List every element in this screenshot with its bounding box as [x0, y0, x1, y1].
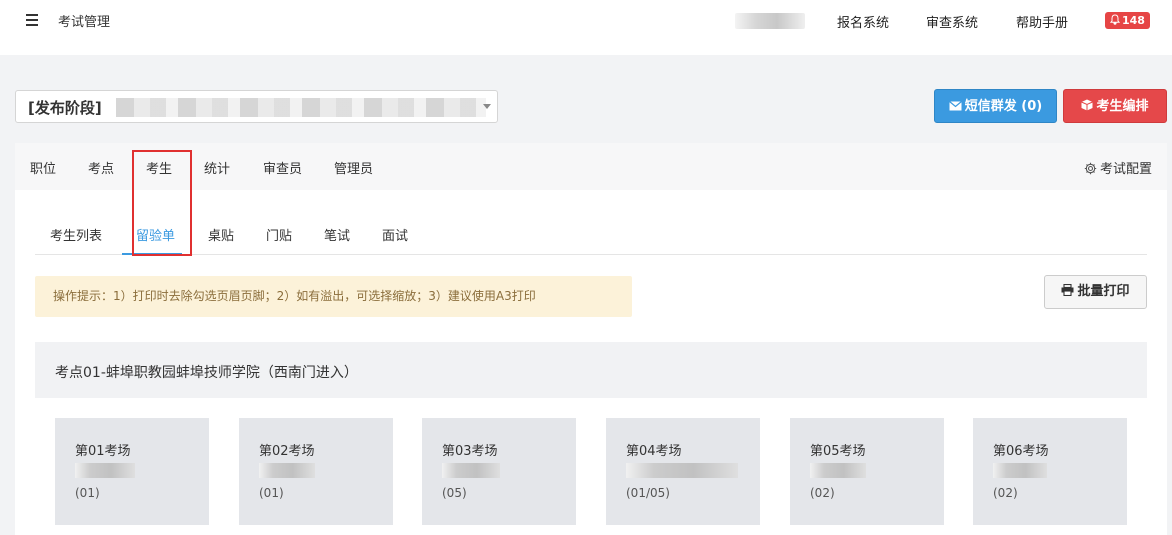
subtab-door-labels[interactable]: 门贴 — [266, 225, 292, 244]
top-bar: 考试管理 报名系统 审查系统 帮助手册 148 — [0, 0, 1172, 55]
nav-help-manual[interactable]: 帮助手册 — [1016, 12, 1068, 31]
subtab-written-exam[interactable]: 笔试 — [324, 225, 350, 244]
exam-room-name: 第05考场 — [810, 444, 866, 459]
exam-config-label: 考试配置 — [1099, 162, 1152, 177]
user-name-redacted[interactable] — [735, 13, 805, 29]
exam-select[interactable]: [发布阶段] — [15, 90, 498, 123]
arrange-candidates-label: 考生编排 — [1096, 99, 1149, 114]
subtab-desk-labels[interactable]: 桌贴 — [208, 225, 234, 244]
gear-icon — [1084, 162, 1097, 175]
sms-broadcast-label: 短信群发 (0) — [964, 99, 1043, 114]
room-detail-redacted — [442, 463, 500, 478]
printer-icon — [1061, 283, 1074, 297]
exam-site-title: 考点01-蚌埠职教园蚌埠技师学院（西南门进入） — [55, 365, 358, 381]
exam-room-name: 第02考场 — [259, 444, 315, 459]
exam-room-code: (02) — [810, 486, 835, 500]
notifications-badge[interactable]: 148 — [1105, 12, 1150, 29]
arrange-candidates-button[interactable]: 考生编排 — [1063, 89, 1167, 123]
notification-count: 148 — [1122, 14, 1145, 27]
batch-print-label: 批量打印 — [1077, 284, 1130, 299]
hamburger-menu-icon[interactable] — [26, 14, 38, 26]
exam-room-name: 第03考场 — [442, 444, 498, 459]
tab-reviewers[interactable]: 审查员 — [263, 158, 302, 177]
nav-review-system[interactable]: 审查系统 — [926, 12, 978, 31]
exam-room-card[interactable]: 第06考场 (02) — [973, 418, 1127, 525]
tab-positions[interactable]: 职位 — [30, 158, 56, 177]
bell-icon — [1109, 14, 1121, 25]
highlight-annotation-box — [132, 150, 192, 256]
exam-room-card[interactable]: 第04考场 (01/05) — [606, 418, 760, 525]
subtabs-divider — [35, 254, 1147, 255]
chevron-down-icon — [483, 104, 491, 109]
exam-config-link[interactable]: 考试配置 — [1084, 158, 1152, 177]
exam-room-name: 第01考场 — [75, 444, 131, 459]
exam-room-code: (01) — [259, 486, 284, 500]
exam-room-card[interactable]: 第01考场 (01) — [55, 418, 209, 525]
exam-room-code: (05) — [442, 486, 467, 500]
nav-registration-system[interactable]: 报名系统 — [837, 12, 889, 31]
exam-room-code: (01) — [75, 486, 100, 500]
batch-print-button[interactable]: 批量打印 — [1044, 275, 1147, 309]
envelope-icon — [948, 101, 962, 111]
sms-broadcast-button[interactable]: 短信群发 (0) — [934, 89, 1057, 123]
room-detail-redacted — [259, 463, 315, 478]
cube-icon — [1081, 99, 1094, 111]
exam-room-card[interactable]: 第05考场 (02) — [790, 418, 944, 525]
exam-room-code: (01/05) — [626, 486, 670, 500]
subtab-interview[interactable]: 面试 — [382, 225, 408, 244]
room-detail-redacted — [626, 463, 738, 478]
exam-room-name: 第06考场 — [993, 444, 1049, 459]
exam-name-redacted — [116, 98, 486, 117]
room-detail-redacted — [75, 463, 135, 478]
subtab-candidate-list[interactable]: 考生列表 — [50, 225, 102, 244]
app-title: 考试管理 — [58, 15, 111, 30]
tab-administrators[interactable]: 管理员 — [334, 158, 373, 177]
exam-room-name: 第04考场 — [626, 444, 682, 459]
exam-room-code: (02) — [993, 486, 1018, 500]
room-detail-redacted — [993, 463, 1047, 478]
operation-hint: 操作提示：1）打印时去除勾选页眉页脚；2）如有溢出，可选择缩放；3）建议使用A3… — [35, 276, 632, 317]
exam-room-card[interactable]: 第03考场 (05) — [422, 418, 576, 525]
tab-statistics[interactable]: 统计 — [204, 158, 230, 177]
exam-site-header: 考点01-蚌埠职教园蚌埠技师学院（西南门进入） — [35, 342, 1147, 398]
tab-exam-sites[interactable]: 考点 — [88, 158, 114, 177]
exam-room-card[interactable]: 第02考场 (01) — [239, 418, 393, 525]
room-detail-redacted — [810, 463, 866, 478]
exam-select-label: [发布阶段] — [28, 99, 102, 117]
